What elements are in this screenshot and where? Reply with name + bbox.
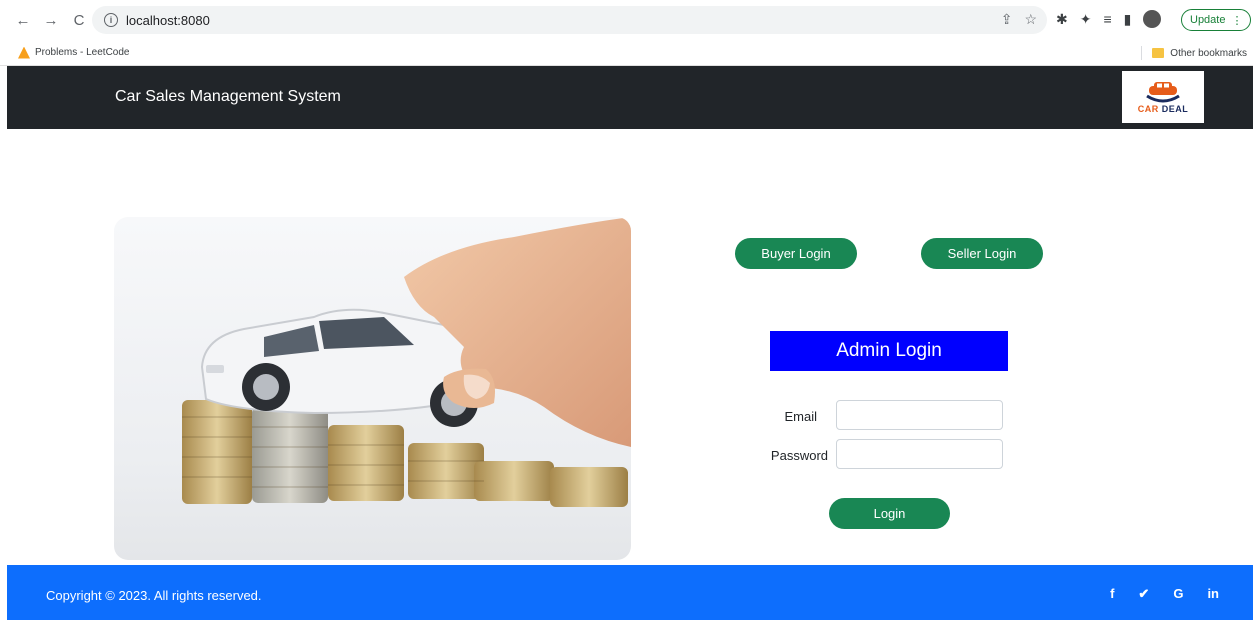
other-bookmarks[interactable]: Other bookmarks [1141, 46, 1247, 60]
bookmark-leetcode[interactable]: Problems - LeetCode [18, 46, 130, 59]
facebook-icon[interactable]: f [1110, 586, 1114, 602]
app-header: Car Sales Management System CAR DEAL [7, 66, 1253, 129]
side-panel-icon[interactable]: ▮ [1124, 11, 1132, 28]
email-field[interactable] [836, 400, 1003, 430]
bookmarks-bar: Problems - LeetCode Other bookmarks [0, 40, 1253, 66]
forward-icon[interactable]: → [40, 9, 62, 31]
leetcode-icon [18, 46, 30, 59]
menu-dots-icon: ⋮ [1231, 14, 1243, 27]
google-icon[interactable]: G [1173, 586, 1183, 602]
seller-login-button[interactable]: Seller Login [921, 238, 1043, 269]
folder-icon [1152, 48, 1165, 58]
coin-stack [182, 400, 252, 504]
site-info-icon[interactable]: i [104, 13, 118, 27]
coin-stack [252, 407, 328, 503]
social-links: f ✔ G in [1110, 586, 1219, 602]
extensions-puzzle-icon[interactable]: ✦ [1080, 11, 1092, 28]
coin-stack [328, 425, 404, 501]
admin-login-title: Admin Login [770, 331, 1008, 371]
bookmark-star-icon[interactable]: ☆ [1024, 11, 1037, 28]
share-icon[interactable]: ⇪ [1001, 11, 1013, 28]
update-button[interactable]: Update ⋮ [1181, 9, 1252, 31]
coin-stack [550, 467, 628, 507]
reload-icon[interactable]: C [68, 9, 90, 31]
coin-stack [408, 443, 484, 499]
extension-bug-icon[interactable]: ✱ [1056, 11, 1068, 28]
login-button[interactable]: Login [829, 498, 950, 529]
back-icon[interactable]: ← [12, 9, 34, 31]
buyer-login-button[interactable]: Buyer Login [735, 238, 857, 269]
linkedin-icon[interactable]: in [1207, 586, 1219, 602]
car-deal-logo[interactable]: CAR DEAL [1122, 71, 1204, 123]
url-text: localhost:8080 [126, 12, 210, 28]
coin-stack [474, 461, 554, 501]
password-label: Password [770, 448, 828, 463]
hero-image-car-on-coins [114, 217, 631, 560]
address-bar[interactable]: i localhost:8080 ⇪ ☆ [92, 6, 1047, 34]
profile-avatar[interactable] [1143, 10, 1162, 28]
reading-list-icon[interactable]: ≡ [1103, 11, 1111, 27]
copyright-text: Copyright © 2023. All rights reserved. [46, 588, 262, 603]
browser-toolbar: ← → C i localhost:8080 ⇪ ☆ ✱ ✦ ≡ ▮ Updat… [0, 0, 1253, 40]
footer: Copyright © 2023. All rights reserved. f… [7, 565, 1253, 620]
brand-title[interactable]: Car Sales Management System [115, 88, 341, 106]
twitter-icon[interactable]: ✔ [1138, 586, 1149, 602]
password-field[interactable] [836, 439, 1003, 469]
logo-car-icon [1146, 82, 1180, 103]
email-label: Email [784, 409, 817, 424]
